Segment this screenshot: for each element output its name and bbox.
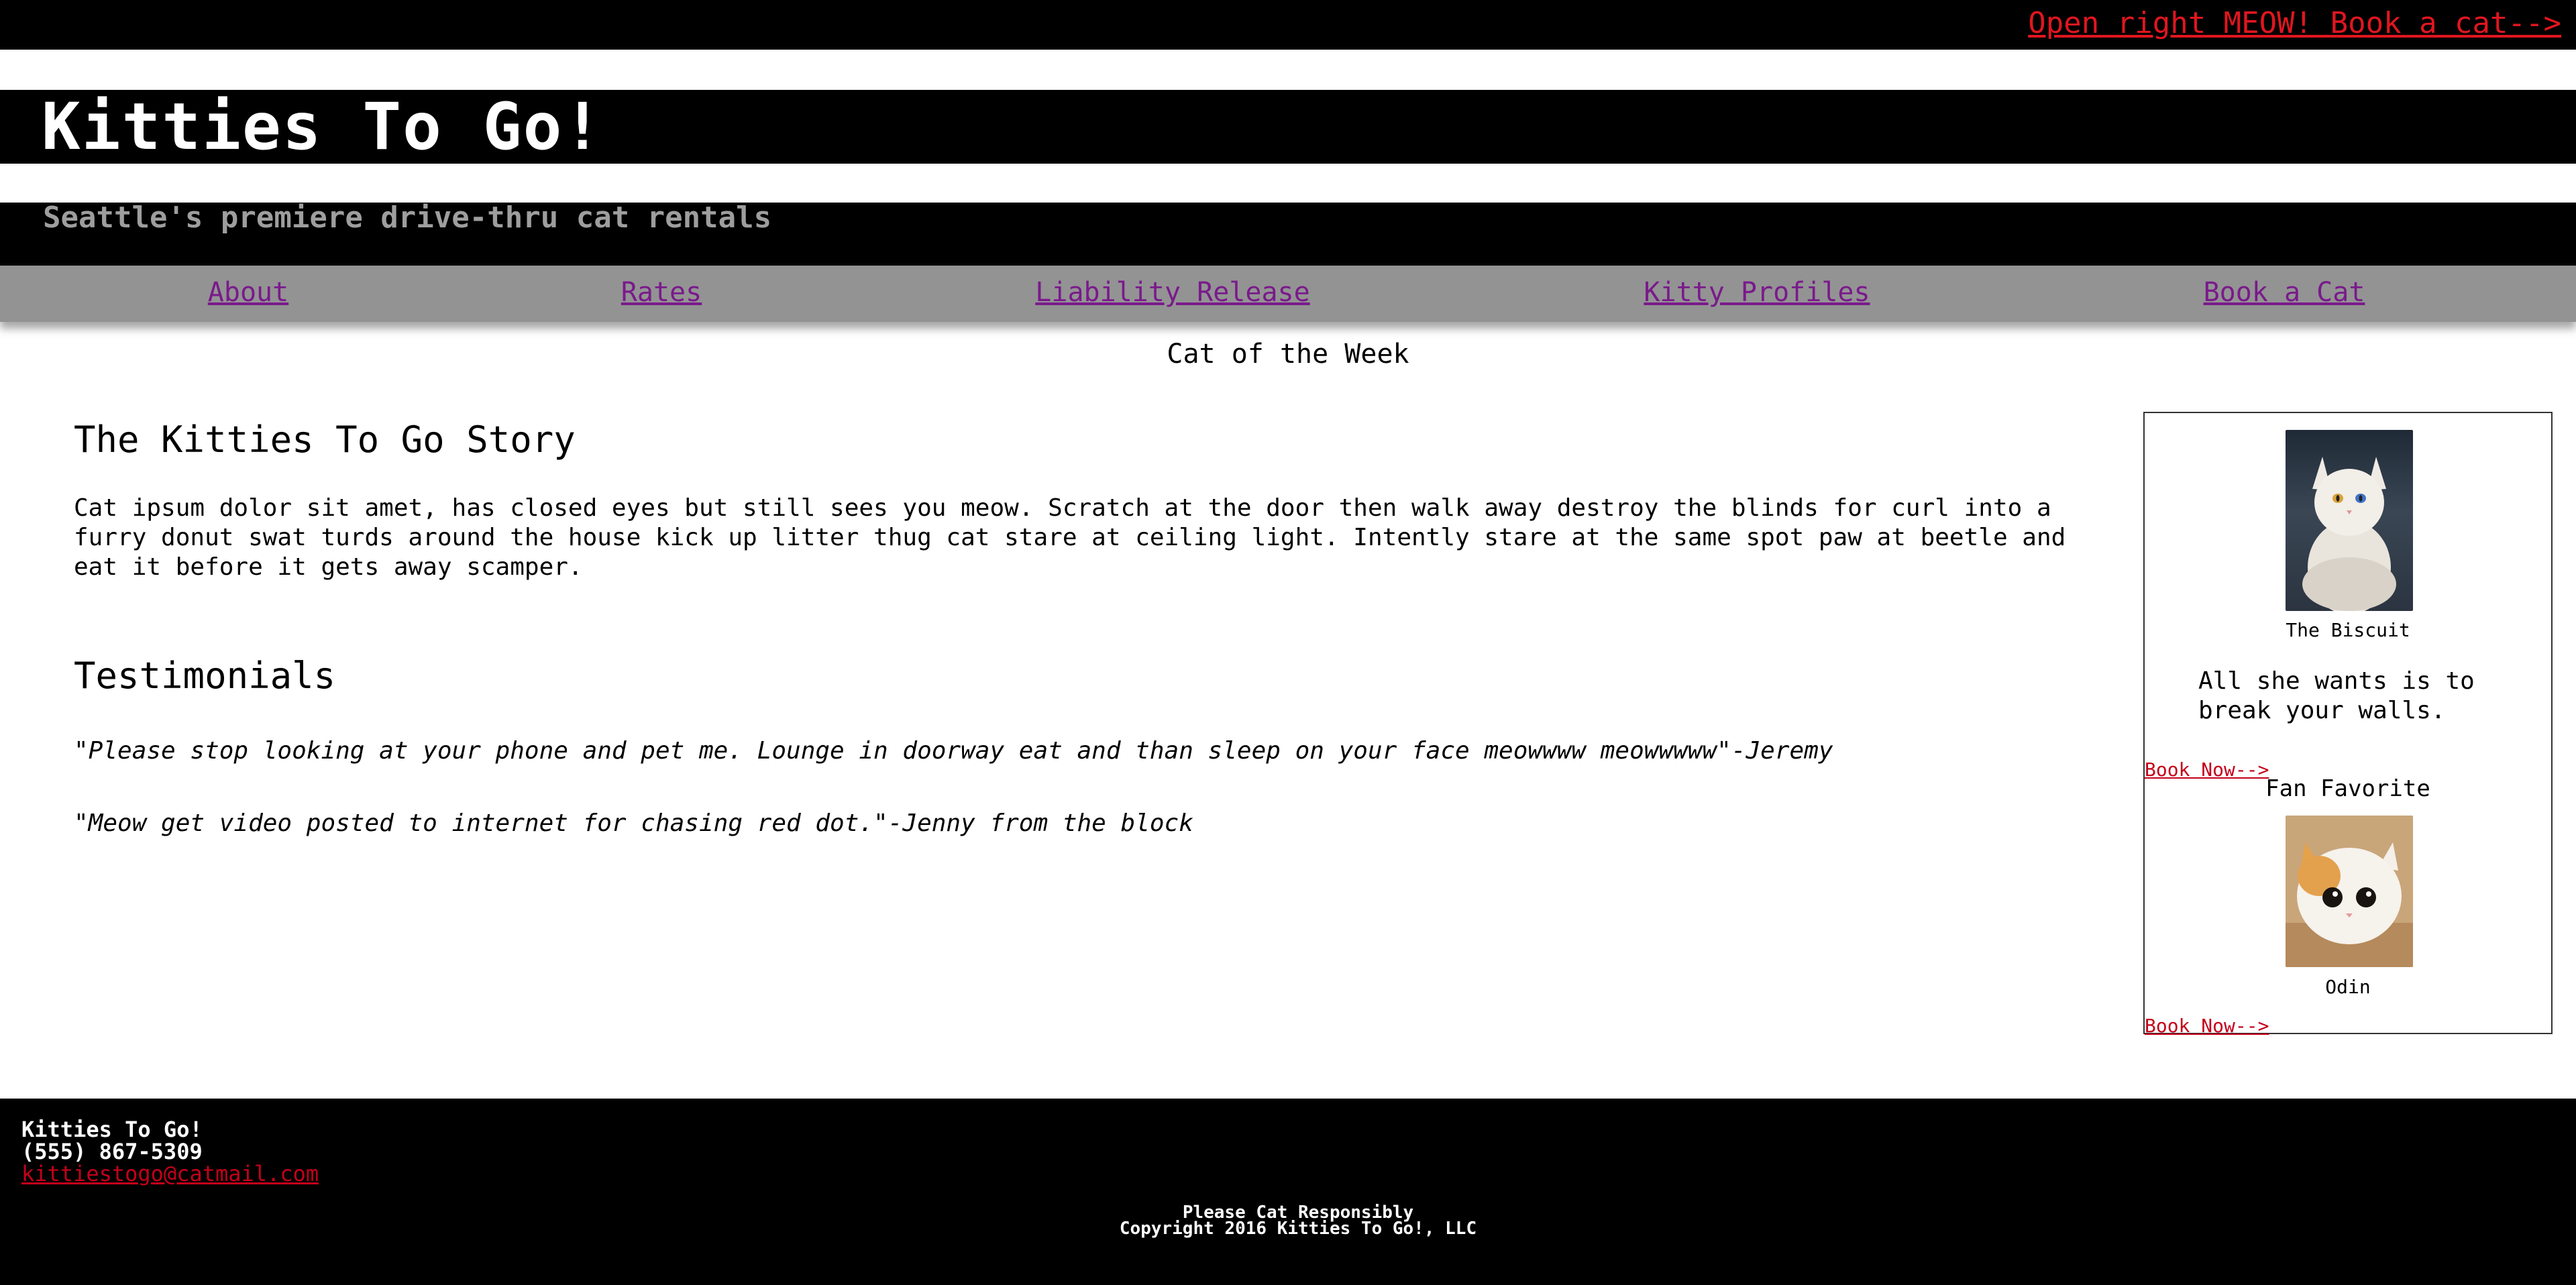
featured-cats-sidebar: The Biscuit All she wants is to break yo…	[2143, 412, 2553, 1037]
fan-favorite-heading: Fan Favorite	[2265, 775, 2430, 802]
story-text: Cat ipsum dolor sit amet, has closed eye…	[74, 494, 2066, 581]
main-content: The Kitties To Go Story Cat ipsum dolor …	[74, 410, 2120, 838]
cat-of-week-blurb: All she wants is to break your walls.	[2198, 667, 2475, 724]
testimonial-quote: "Meow get video posted to internet for c…	[74, 809, 1193, 837]
nav-kitty-profiles[interactable]: Kitty Profiles	[1644, 275, 1870, 310]
the-biscuit-photo	[2286, 430, 2413, 611]
testimonials-heading: Testimonials	[74, 655, 336, 697]
footer-company-name: Kitties To Go!	[21, 1117, 203, 1142]
tagline-bar: Seattle's premiere drive-thru cat rental…	[0, 203, 2576, 266]
book-now-link[interactable]: Book Now-->	[2145, 1015, 2269, 1037]
testimonial-quote: "Please stop looking at your phone and p…	[74, 737, 1833, 765]
nav-book-a-cat[interactable]: Book a Cat	[2204, 275, 2365, 310]
top-promo-bar: Open right MEOW! Book a cat-->	[0, 0, 2576, 50]
nav-about[interactable]: About	[208, 275, 288, 310]
main-nav: About Rates Liability Release Kitty Prof…	[0, 266, 2576, 322]
nav-rates[interactable]: Rates	[621, 275, 702, 310]
site-footer: Kitties To Go! (555) 867-5309 kittiestog…	[0, 1099, 2576, 1285]
site-title: Kitties To Go!	[42, 89, 604, 164]
story-heading: The Kitties To Go Story	[74, 418, 576, 461]
footer-contact: Kitties To Go! (555) 867-5309 kittiestog…	[21, 1119, 319, 1185]
footer-email-link[interactable]: kittiestogo@catmail.com	[21, 1161, 319, 1186]
cat-of-the-week-heading: Cat of the Week	[1167, 339, 1409, 370]
nav-liability-release[interactable]: Liability Release	[1035, 275, 1309, 310]
cat-of-week-name: The Biscuit	[2286, 619, 2410, 641]
book-cat-promo-link[interactable]: Open right MEOW! Book a cat-->	[2028, 5, 2561, 42]
site-header: Kitties To Go!	[0, 90, 2576, 164]
footer-copyright: Copyright 2016 Kitties To Go!, LLC	[1119, 1219, 1477, 1239]
footer-phone: (555) 867-5309	[21, 1139, 203, 1164]
footer-legal: Please Cat Responsibly Copyright 2016 Ki…	[1119, 1204, 1477, 1239]
fan-favorite-name: Odin	[2325, 976, 2371, 998]
odin-photo	[2286, 816, 2413, 967]
site-tagline: Seattle's premiere drive-thru cat rental…	[43, 201, 772, 235]
